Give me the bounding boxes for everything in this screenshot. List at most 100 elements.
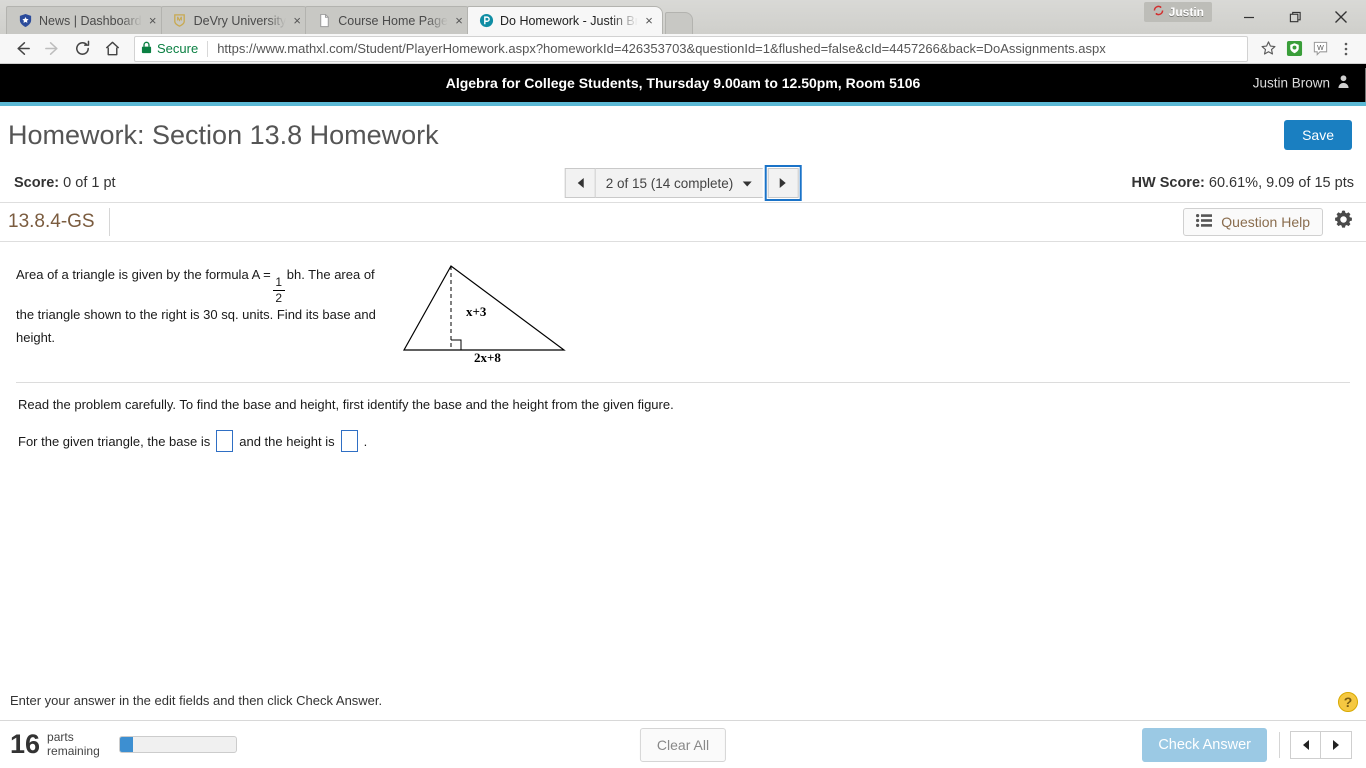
back-arrow-icon[interactable] [8, 36, 36, 62]
question-help-group: Question Help [1183, 208, 1354, 236]
window-close-button[interactable] [1318, 2, 1364, 32]
question-id: 13.8.4-GS [8, 211, 95, 232]
question-navigator: 2 of 15 (14 complete) [564, 165, 802, 201]
url-text: https://www.mathxl.com/Student/PlayerHom… [217, 41, 1106, 56]
document-icon [316, 13, 332, 29]
window-controls: Justin [1143, 0, 1366, 34]
window-minimize-button[interactable] [1226, 2, 1272, 32]
address-bar[interactable]: Secure https://www.mathxl.com/Student/Pl… [134, 35, 1248, 62]
lock-icon [141, 41, 152, 57]
homework-title-row: Homework: Section 13.8 Homework Save [0, 106, 1366, 164]
previous-part-button[interactable] [1290, 730, 1321, 759]
height-answer-input[interactable] [340, 430, 358, 452]
course-title: Algebra for College Students, Thursday 9… [445, 75, 921, 91]
new-tab-button[interactable] [665, 12, 693, 34]
tab-title: Course Home Page [338, 13, 448, 28]
triangle-diagram: x+3 2x+8 [402, 265, 566, 365]
question-id-divider [108, 208, 110, 236]
secure-indicator: Secure [141, 41, 198, 57]
kebab-menu-icon[interactable] [1334, 37, 1358, 61]
footer-instruction: Enter your answer in the edit fields and… [0, 680, 1366, 720]
page-title: Homework: Section 13.8 Homework [8, 119, 439, 150]
tab-close-icon[interactable]: × [642, 14, 656, 27]
devry-crest-icon [172, 13, 188, 29]
user-menu[interactable]: Justin Brown [1253, 75, 1350, 92]
score-label: Score: [14, 175, 60, 191]
next-question-button[interactable] [767, 168, 799, 198]
problem-instruction: Read the problem carefully. To find the … [18, 397, 674, 412]
footer-note-text: Enter your answer in the edit fields and… [10, 692, 383, 708]
clear-all-button[interactable]: Clear All [639, 727, 727, 762]
height-label: x+3 [466, 304, 487, 319]
person-icon [1337, 75, 1350, 92]
question-position-label: 2 of 15 (14 complete) [605, 175, 734, 191]
answer-prefix-label: For the given triangle, the base is [18, 433, 211, 449]
svg-text:W: W [1317, 44, 1324, 52]
hw-score-label: HW Score: [1131, 175, 1205, 191]
browser-tab-news-dashboard[interactable]: News | Dashboard × [6, 6, 167, 34]
window-maximize-button[interactable] [1272, 2, 1318, 32]
star-icon[interactable] [1256, 37, 1280, 61]
next-question-highlight [764, 165, 802, 201]
profile-name: Justin [1168, 5, 1204, 19]
parts-remaining-label: parts remaining [47, 729, 100, 759]
w-extension-icon[interactable]: W [1308, 37, 1332, 61]
shield-star-icon [17, 13, 33, 29]
save-button[interactable]: Save [1284, 120, 1352, 150]
score-bar: Score: 0 of 1 pt 2 of 15 (14 complete) H… [0, 164, 1366, 202]
tab-title: News | Dashboard [39, 13, 142, 28]
question-select[interactable]: 2 of 15 (14 complete) [595, 168, 763, 198]
browser-tab-do-homework[interactable]: Do Homework - Justin Br × [467, 6, 663, 34]
user-name: Justin Brown [1252, 75, 1330, 91]
browser-toolbar: Secure https://www.mathxl.com/Student/Pl… [0, 34, 1366, 64]
question-content: Area of a triangle is given by the formu… [0, 242, 1366, 720]
question-id-bar: 13.8.4-GS Question Help [0, 202, 1366, 242]
tab-strip: News | Dashboard × DeVry University × Co… [0, 0, 1144, 34]
one-half-fraction: 12 [272, 275, 285, 305]
chevron-down-icon [741, 176, 752, 191]
secure-label: Secure [157, 41, 199, 56]
tab-close-icon[interactable]: × [452, 14, 466, 27]
browser-profile-button[interactable]: Justin [1143, 2, 1212, 22]
pearson-p-icon [478, 13, 494, 29]
base-label: 2x+8 [474, 350, 501, 363]
bottom-actions: Check Answer [1142, 727, 1352, 762]
tab-close-icon[interactable]: × [146, 14, 160, 27]
browser-tab-course-home-page[interactable]: Course Home Page × [305, 6, 473, 34]
help-icon[interactable]: ? [1338, 692, 1358, 712]
profile-avatar-icon [1152, 4, 1165, 20]
parts-remaining-display: 16 parts remaining [10, 729, 237, 759]
forward-arrow-icon[interactable] [38, 36, 66, 62]
answer-middle-label: and the height is [239, 433, 335, 449]
omnibox-divider [207, 40, 209, 57]
fraction-numerator: 1 [275, 275, 283, 290]
page-body: Algebra for College Students, Thursday 9… [0, 64, 1366, 768]
reload-icon[interactable] [68, 36, 96, 62]
question-help-label: Question Help [1221, 214, 1310, 230]
hw-score-display: HW Score: 60.61%, 9.09 of 15 pts [1132, 175, 1354, 191]
tab-title: Do Homework - Justin Br [500, 13, 638, 28]
green-shield-extension-icon[interactable] [1282, 37, 1306, 61]
check-answer-button[interactable]: Check Answer [1142, 727, 1267, 762]
score-display: Score: 0 of 1 pt [14, 175, 116, 191]
base-answer-input[interactable] [216, 430, 234, 452]
hw-score-value: 60.61%, 9.09 of 15 pts [1208, 175, 1354, 191]
prev-question-button[interactable] [564, 168, 596, 198]
list-icon [1196, 214, 1213, 230]
parts-label-line1: parts [47, 729, 74, 744]
tab-close-icon[interactable]: × [290, 14, 304, 27]
tab-title: DeVry University [193, 13, 287, 28]
bottom-divider [1279, 731, 1280, 758]
parts-remaining-count: 16 [10, 729, 41, 759]
problem-text-part1: Area of a triangle is given by the formu… [16, 267, 271, 282]
browser-tab-devry-university[interactable]: DeVry University × [160, 6, 312, 34]
question-help-button[interactable]: Question Help [1183, 208, 1323, 236]
next-part-button[interactable] [1321, 730, 1352, 759]
fraction-denominator: 2 [275, 290, 283, 305]
parts-label-line2: remaining [47, 743, 100, 758]
home-icon[interactable] [98, 36, 126, 62]
bottom-toolbar: 16 parts remaining Clear All Check Answe… [0, 720, 1366, 768]
gear-icon[interactable] [1333, 209, 1354, 235]
progress-bar [118, 736, 237, 753]
score-value: 0 of 1 pt [63, 175, 116, 191]
